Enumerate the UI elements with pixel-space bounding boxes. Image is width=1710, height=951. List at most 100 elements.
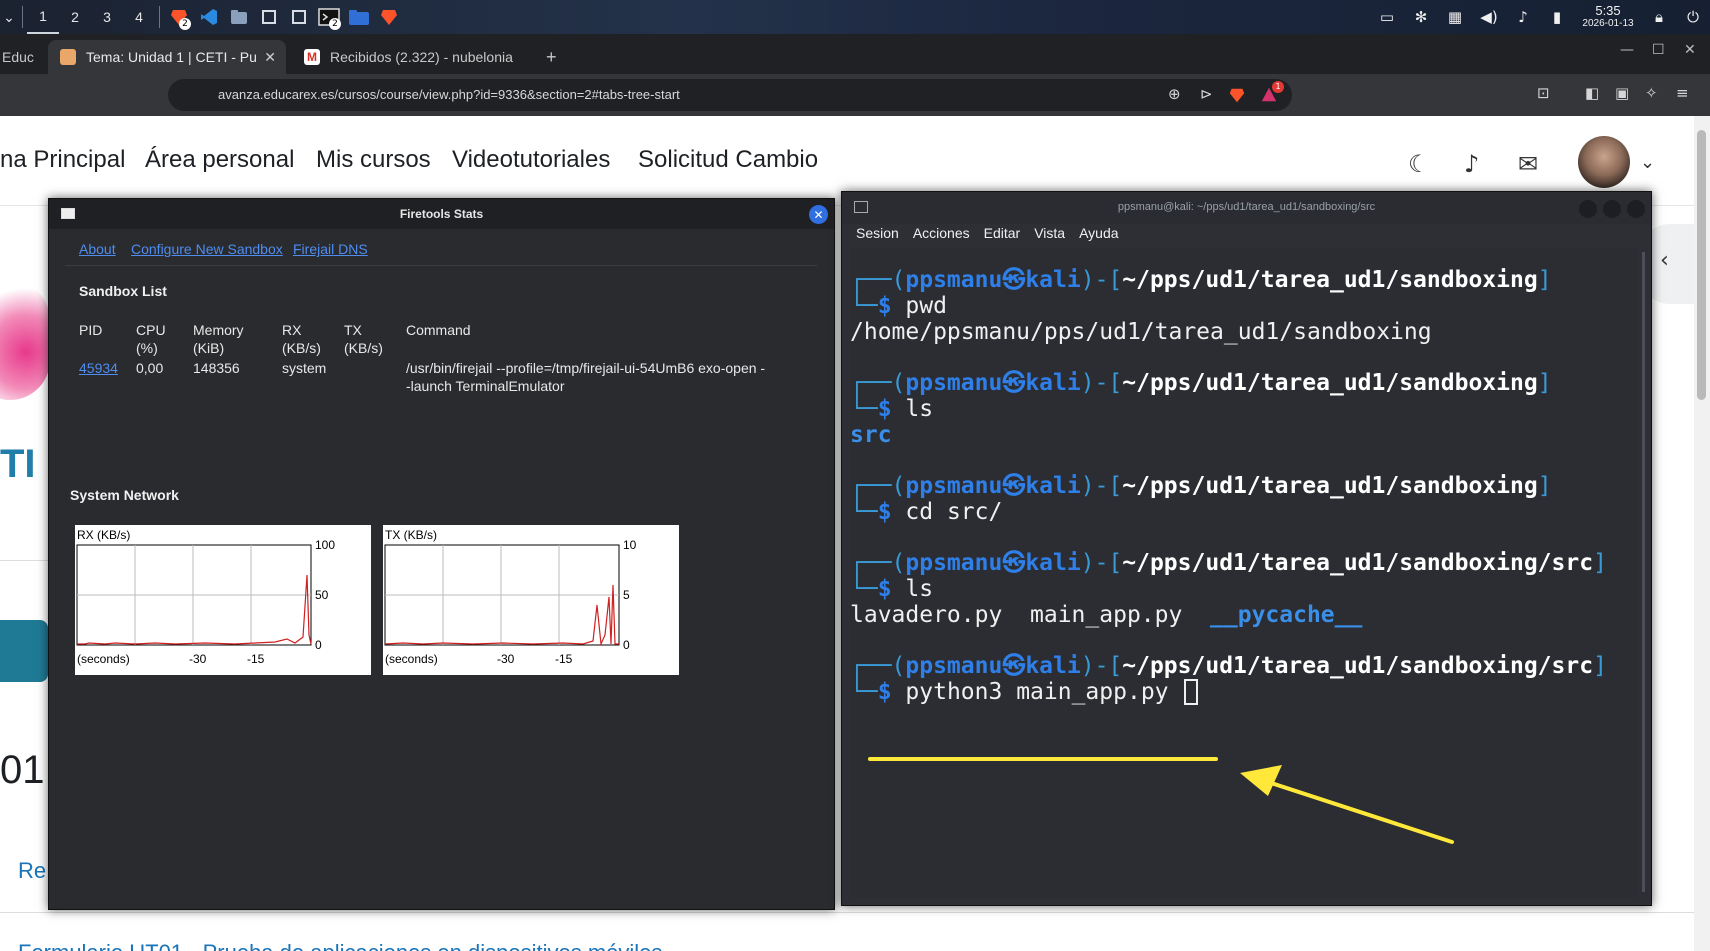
firetools-stats-window: Firetools Stats ✕ About Configure New Sa…: [48, 198, 835, 910]
taskbar-brave-app[interactable]: 2: [164, 0, 194, 34]
sandbox-memory: 148356: [193, 360, 240, 376]
workspace-4[interactable]: 4: [123, 0, 155, 34]
lock-icon[interactable]: 🔒︎: [1642, 0, 1676, 34]
minimize-window-icon[interactable]: —: [1620, 42, 1634, 58]
tx-ymax: 10: [623, 538, 637, 552]
leo-ai-icon[interactable]: ✧: [1645, 84, 1658, 102]
taskbar-window-app[interactable]: [254, 0, 284, 34]
taskbar-terminal-app[interactable]: 2: [314, 0, 344, 34]
menu-sesion[interactable]: Sesion: [856, 225, 899, 247]
browser-tab-educ[interactable]: Educ: [0, 40, 46, 74]
terminal-output[interactable]: ┌──(ppsmanu㉿kali)-[~/pps/ud1/tarea_ud1/s…: [850, 248, 1638, 898]
tab-title: Recibidos (2.322) - nubelonia: [330, 49, 513, 65]
close-tab-icon[interactable]: ✕: [264, 49, 276, 66]
nav-solicitud-cambio[interactable]: Solicitud Cambio: [638, 146, 818, 174]
browser-tab-active[interactable]: Tema: Unidad 1 | CETI - Pu ✕: [48, 40, 286, 74]
url-text[interactable]: avanza.educarex.es/cursos/course/view.ph…: [218, 87, 680, 102]
prompt-path: ~/pps/ud1/tarea_ud1/sandboxing: [1122, 267, 1538, 293]
taskbar-window-app-2[interactable]: [284, 0, 314, 34]
prompt-symbol: $: [877, 293, 892, 319]
user-avatar[interactable]: [1578, 136, 1630, 188]
gmail-favicon-icon: M: [304, 49, 320, 65]
taskbar-files-app[interactable]: [224, 0, 254, 34]
workspace-1[interactable]: 1: [27, 0, 59, 34]
menu-vista[interactable]: Vista: [1034, 225, 1065, 247]
browser-tab-gmail[interactable]: M Recibidos (2.322) - nubelonia: [292, 40, 530, 74]
command-line: └─$ python3 main_app.py: [850, 679, 1169, 705]
terminal-cursor: [1184, 679, 1198, 705]
section-link-text[interactable]: Re: [18, 858, 46, 884]
wallet-icon[interactable]: ▣: [1615, 84, 1629, 102]
about-link[interactable]: About: [79, 241, 116, 257]
nav-videotutoriales[interactable]: Videotutoriales: [452, 146, 610, 174]
network-off-icon[interactable]: ✻: [1404, 0, 1438, 34]
nav-pagina-principal[interactable]: na Principal: [0, 146, 125, 174]
menu-icon[interactable]: ≡: [1676, 84, 1689, 102]
taskbar-vscode-app[interactable]: [194, 0, 224, 34]
prompt-user: ppsmanu: [905, 267, 1003, 293]
page-scrollbar[interactable]: [1694, 116, 1710, 951]
activity-link[interactable]: Formulario UT01 - Prueba de aplicaciones…: [18, 940, 662, 951]
brave-window-count-badge: 2: [179, 18, 191, 30]
notifications-bell-icon[interactable]: ♪: [1464, 150, 1479, 178]
command-line: └─$ ls: [850, 576, 934, 602]
maximize-window-button[interactable]: [1603, 200, 1621, 218]
close-window-button[interactable]: [1627, 200, 1645, 218]
sandbox-pid-link[interactable]: 45934: [79, 359, 118, 377]
close-window-icon[interactable]: ✕: [1684, 42, 1696, 58]
nav-area-personal[interactable]: Área personal: [145, 146, 294, 174]
maximize-window-icon[interactable]: ☐: [1652, 42, 1665, 58]
divider: [0, 912, 1694, 913]
firetools-title-bar[interactable]: Firetools Stats ✕: [49, 199, 834, 229]
workspace-menu-chevron-icon[interactable]: ⌄: [0, 0, 18, 34]
prompt-symbol: $: [877, 396, 892, 422]
clock[interactable]: 5:35 2026-01-13: [1574, 4, 1642, 30]
prompt-path: ~/pps/ud1/tarea_ud1/sandboxing: [1122, 370, 1538, 396]
messages-envelope-icon[interactable]: ✉: [1518, 150, 1538, 178]
share-icon[interactable]: ⊳: [1200, 85, 1213, 103]
browser-tab-strip: Educ Tema: Unidad 1 | CETI - Pu ✕ M Reci…: [0, 34, 1710, 74]
dark-mode-moon-icon[interactable]: ☾: [1408, 150, 1430, 178]
screen-icon[interactable]: ▭: [1370, 0, 1404, 34]
sidebar-icon[interactable]: ◧: [1585, 84, 1599, 102]
configure-new-sandbox-link[interactable]: Configure New Sandbox: [131, 241, 283, 257]
reader-mode-icon[interactable]: ⊡: [1537, 84, 1550, 102]
page-scrollbar-thumb[interactable]: [1697, 130, 1706, 400]
terminal-title-bar[interactable]: ppsmanu@kali: ~/pps/ud1/tarea_ud1/sandbo…: [842, 192, 1651, 224]
folder-icon: [349, 10, 369, 25]
divider: [65, 265, 817, 266]
taskbar-brave-app-2[interactable]: [374, 0, 404, 34]
menu-ayuda[interactable]: Ayuda: [1079, 225, 1118, 247]
rx-xlabel-15: -15: [247, 652, 265, 666]
taskbar-folder-app[interactable]: [344, 0, 374, 34]
new-tab-button[interactable]: +: [540, 40, 570, 74]
command-line: └─$ pwd: [850, 293, 947, 319]
keyboard-layout-icon[interactable]: ▦: [1438, 0, 1472, 34]
zoom-icon[interactable]: ⊕: [1168, 85, 1181, 103]
user-menu-chevron-down-icon[interactable]: ⌄: [1640, 152, 1655, 173]
column-cpu: CPU (%): [136, 322, 166, 356]
left-button[interactable]: [0, 620, 48, 682]
course-logo: [0, 280, 50, 400]
volume-icon[interactable]: ◀): [1472, 0, 1506, 34]
minimize-window-button[interactable]: [1579, 200, 1597, 218]
prompt-line: ┌──(ppsmanu㉿kali)-[~/pps/ud1/tarea_ud1/s…: [850, 370, 1552, 396]
menu-acciones[interactable]: Acciones: [913, 225, 970, 247]
nav-mis-cursos[interactable]: Mis cursos: [316, 146, 431, 174]
power-icon[interactable]: ⏻: [1676, 0, 1710, 34]
command-text: ls: [905, 576, 934, 602]
close-window-button[interactable]: ✕: [809, 205, 828, 224]
address-bar[interactable]: avanza.educarex.es/cursos/course/view.ph…: [168, 79, 1292, 111]
battery-icon[interactable]: ▮: [1540, 0, 1574, 34]
workspace-2[interactable]: 2: [59, 0, 91, 34]
chevron-left-icon[interactable]: ‹: [1660, 248, 1669, 273]
menu-editar[interactable]: Editar: [984, 225, 1021, 247]
notification-bell-icon[interactable]: ♪: [1506, 0, 1540, 34]
terminal-scrollbar[interactable]: [1642, 252, 1645, 892]
brave-shields-icon[interactable]: [1228, 86, 1246, 104]
command-text: python3 main_app.py: [905, 679, 1169, 705]
window-icon: [292, 10, 306, 24]
firejail-dns-link[interactable]: Firejail DNS: [293, 241, 368, 257]
rx-xlabel-30: -30: [189, 652, 207, 666]
workspace-3[interactable]: 3: [91, 0, 123, 34]
